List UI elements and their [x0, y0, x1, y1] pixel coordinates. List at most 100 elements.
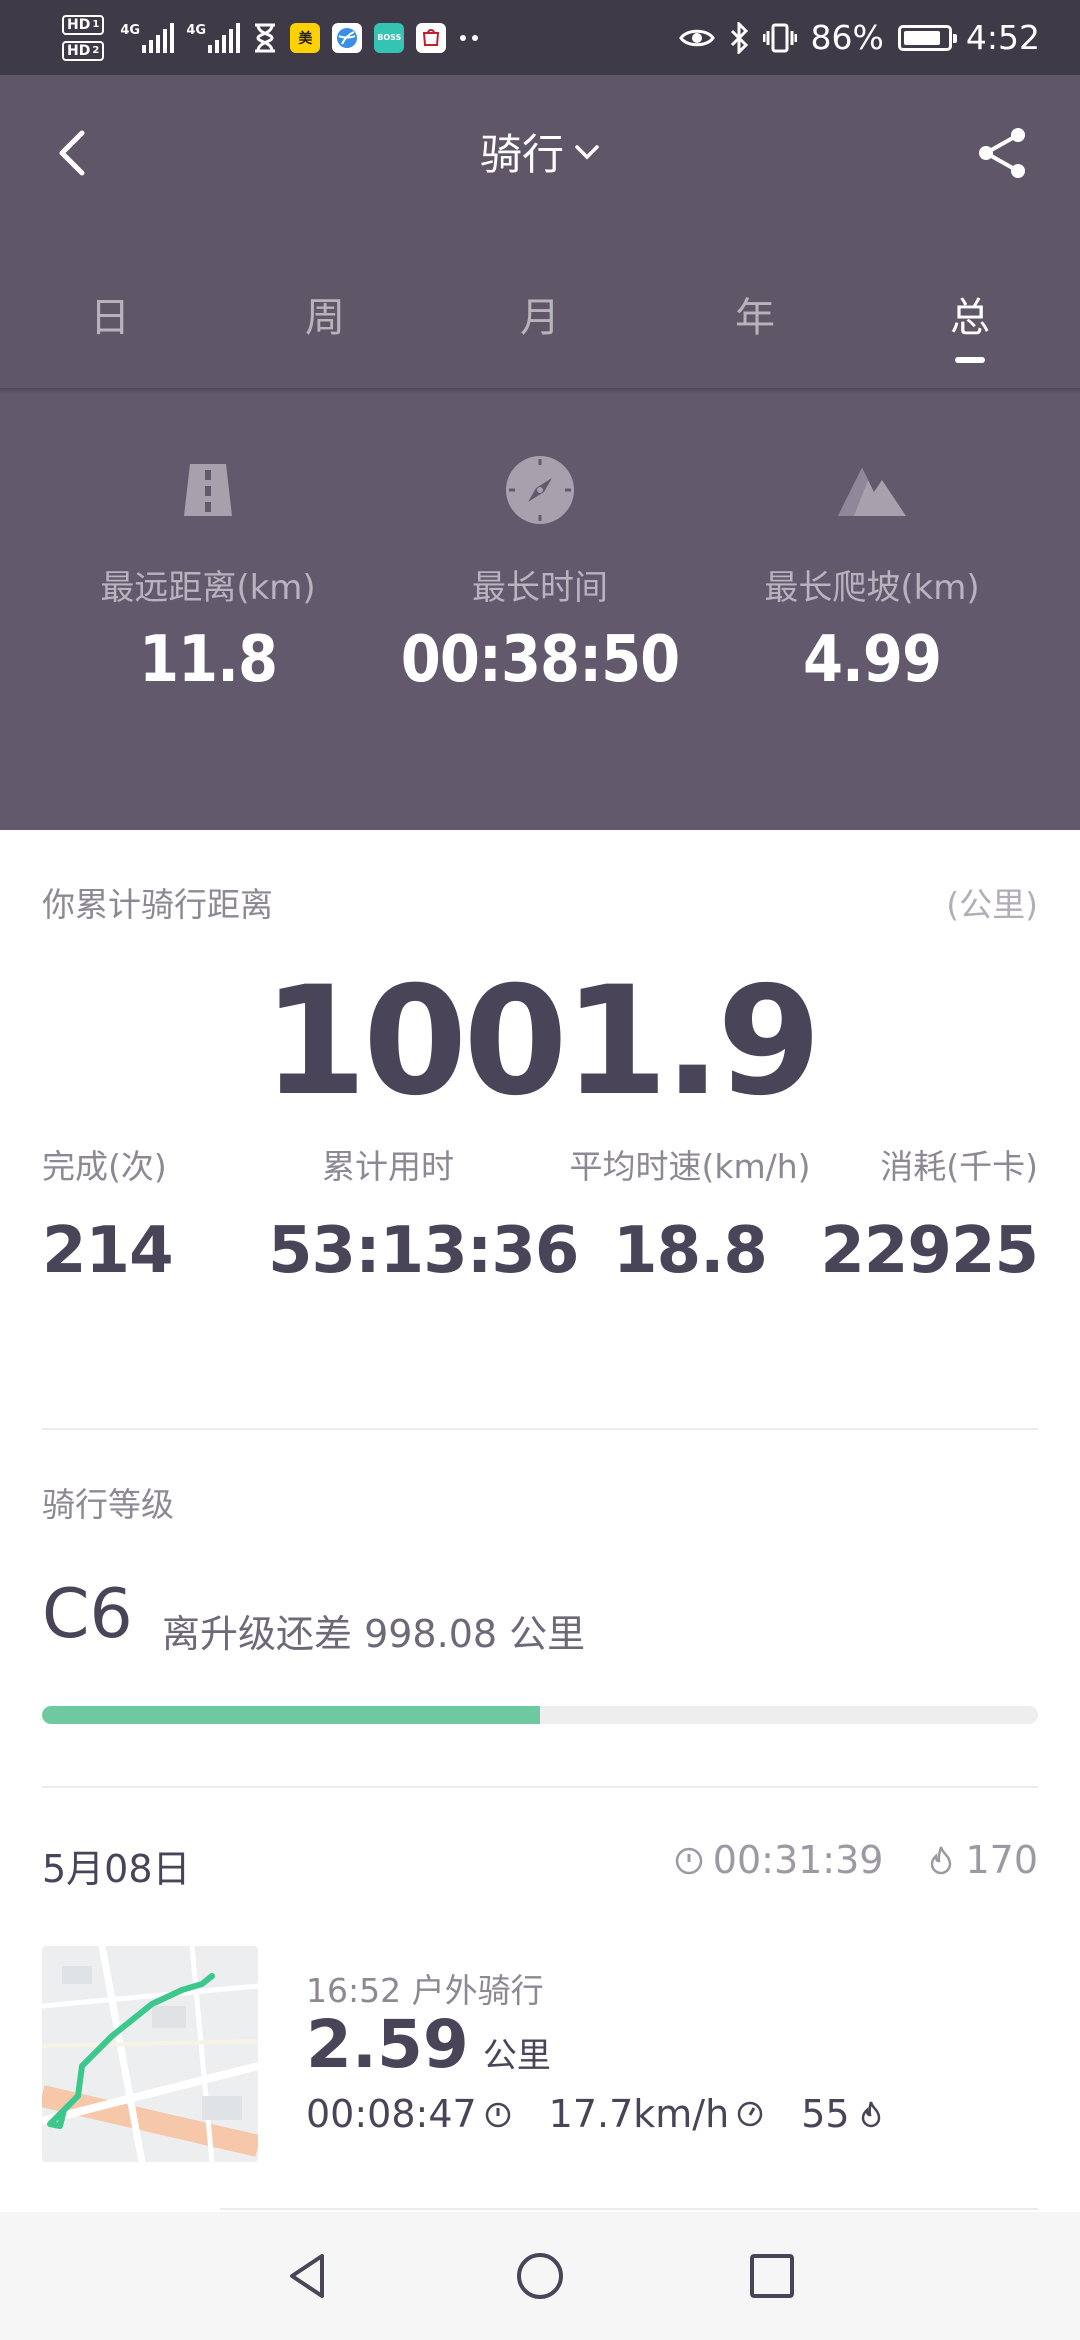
- record-longest-distance: 最远距离(km) 11.8: [43, 388, 373, 697]
- tab-year-label: 年: [735, 295, 775, 341]
- stat-value: 53:13:36: [268, 1214, 579, 1288]
- nav-home-icon[interactable]: [514, 2250, 566, 2302]
- tab-week-label: 周: [305, 295, 345, 341]
- record-longest-climb: 最长爬坡(km) 4.99: [707, 388, 1037, 697]
- meituan-app-label: 美: [298, 30, 313, 47]
- nav-recents-icon[interactable]: [746, 2250, 798, 2302]
- tab-year[interactable]: 年: [700, 285, 810, 343]
- level-section-label: 骑行等级: [42, 1485, 174, 1524]
- signal-2-icon: 4G: [186, 22, 241, 53]
- activity-distance: 2.59 公里: [306, 2006, 551, 2083]
- tab-day-label: 日: [90, 295, 130, 341]
- activity-duration-value: 00:08:47: [306, 2092, 477, 2136]
- activity-calories-value: 55: [801, 2092, 850, 2136]
- record-value: 11.8: [138, 623, 278, 697]
- record-label: 最远距离(km): [100, 568, 316, 608]
- nav-back-icon[interactable]: [282, 2250, 334, 2302]
- tab-indicator: [955, 357, 985, 363]
- activity-speed: 17.7km/h: [549, 2092, 766, 2136]
- day-date: 5月08日: [42, 1847, 191, 1891]
- activity-time-type: 16:52 户外骑行: [306, 1971, 544, 2010]
- hd-1-icon: HD 1: [62, 14, 105, 35]
- signal-1-icon: 4G: [120, 22, 175, 53]
- tab-day[interactable]: 日: [55, 285, 165, 343]
- period-tabs: 日 周 月 年 总: [0, 285, 1080, 375]
- activity-stats: 00:08:47 17.7km/h 55: [306, 2092, 922, 2136]
- hd-voice-icons: HD 1 HD 2: [62, 14, 105, 61]
- day-duration: 00:31:39: [712, 1838, 884, 1882]
- day-summary: 00:31:39 170: [673, 1838, 1038, 1882]
- route-map-thumbnail: [42, 1946, 258, 2162]
- stat-value: 18.8: [613, 1214, 768, 1288]
- total-distance-label: 你累计骑行距离: [42, 885, 273, 924]
- browser-app-icon: [332, 22, 363, 53]
- stat-calories: 消耗(千卡) 22925: [820, 1140, 1039, 1288]
- stat-label: 累计用时: [322, 1147, 454, 1186]
- stat-total-time: 累计用时 53:13:36: [268, 1140, 579, 1288]
- tab-total[interactable]: 总: [915, 285, 1025, 363]
- level-progress-bar: [42, 1706, 1038, 1724]
- speedometer-icon: [737, 2101, 763, 2127]
- battery-level: [903, 30, 940, 45]
- divider: [220, 2208, 1038, 2210]
- stat-completed: 完成(次) 214: [42, 1140, 174, 1288]
- stat-label: 平均时速(km/h): [569, 1147, 811, 1186]
- flame-icon: [861, 2101, 880, 2128]
- stopwatch-icon: [675, 1847, 703, 1875]
- meituan-app-icon: 美: [290, 22, 321, 53]
- stat-value: 214: [42, 1214, 174, 1288]
- divider: [42, 1428, 1038, 1430]
- clock: 4:52: [965, 18, 1040, 57]
- mountain-icon: [838, 468, 906, 516]
- boss-app-label: BOSS: [377, 33, 402, 42]
- boss-app-icon: BOSS: [374, 22, 405, 53]
- bluetooth-icon: [730, 21, 748, 54]
- stat-value: 22925: [820, 1214, 1039, 1288]
- road-icon: [184, 464, 232, 516]
- record-label: 最长爬坡(km): [764, 568, 980, 608]
- tab-month[interactable]: 月: [485, 285, 595, 343]
- total-distance-unit: (公里): [946, 885, 1038, 924]
- stat-avg-speed: 平均时速(km/h) 18.8: [560, 1140, 820, 1288]
- header: 骑行 日 周 月 年 总: [0, 75, 1080, 388]
- level-code: C6: [42, 1575, 133, 1654]
- tab-week[interactable]: 周: [270, 285, 380, 343]
- tab-total-label: 总: [950, 295, 990, 341]
- stat-label: 完成(次): [42, 1147, 167, 1186]
- page-title: 骑行: [479, 130, 564, 179]
- level-progress-fill: [42, 1706, 540, 1724]
- hd-2-icon: HD 2: [62, 40, 105, 61]
- battery-percent: 86%: [810, 18, 884, 57]
- eye-comfort-icon: [678, 29, 715, 46]
- record-value: 4.99: [802, 623, 942, 697]
- status-bar: HD 1 HD 2 4G 4G 美 BOSS 86% 4:52: [0, 0, 1080, 75]
- record-value: 00:38:50: [400, 623, 680, 697]
- day-calories: 170: [965, 1838, 1038, 1882]
- chevron-down-icon: [575, 144, 599, 159]
- tab-month-label: 月: [520, 295, 560, 341]
- activity-speed-value: 17.7km/h: [548, 2092, 730, 2136]
- battery-icon: [897, 24, 957, 51]
- status-left: HD 1 HD 2 4G 4G 美 BOSS: [62, 0, 482, 75]
- flame-icon: [931, 1846, 952, 1875]
- total-distance-value: 1001.9: [262, 955, 822, 1129]
- activity-calories: 55: [801, 2092, 885, 2136]
- network-type-2: 4G: [186, 22, 207, 38]
- level-upgrade-text: 离升级还差 998.08 公里: [162, 1612, 586, 1656]
- activity-distance-unit: 公里: [482, 2036, 551, 2076]
- share-icon[interactable]: [974, 125, 1030, 181]
- huawei-store-icon: [416, 22, 447, 53]
- activity-duration: 00:08:47: [306, 2092, 513, 2136]
- compass-icon: [506, 456, 574, 524]
- record-label: 最长时间: [472, 568, 608, 608]
- more-notifications-icon: [460, 34, 479, 41]
- record-longest-time: 最长时间 00:38:50: [375, 388, 705, 697]
- divider: [42, 1786, 1038, 1788]
- stat-label: 消耗(千卡): [880, 1147, 1038, 1186]
- sport-type-selector[interactable]: 骑行: [480, 121, 600, 182]
- network-type-1: 4G: [120, 22, 141, 38]
- hourglass-icon: [255, 23, 276, 52]
- activity-distance-value: 2.59: [306, 2006, 469, 2083]
- records-panel: 最远距离(km) 11.8 最长时间 00:38:50 最长爬坡(km) 4.9…: [0, 388, 1080, 830]
- activity-item[interactable]: 16:52 户外骑行 2.59 公里 00:08:47 17.7km/h 55: [42, 1946, 1038, 2164]
